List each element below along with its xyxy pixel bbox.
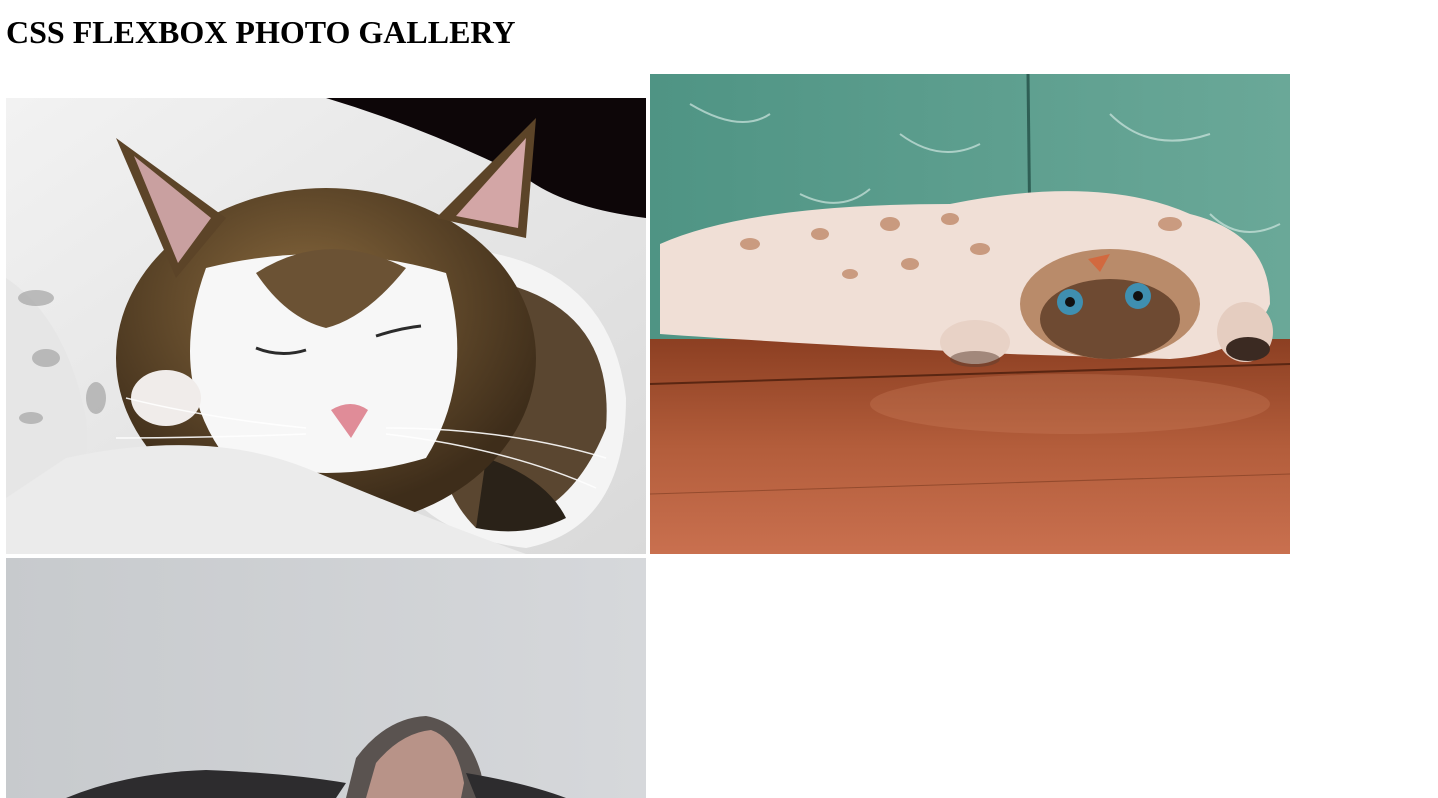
- photo-gallery: [0, 0, 1438, 798]
- gallery-photo-grey-cat[interactable]: [6, 558, 646, 798]
- grey-cat-image: [6, 558, 646, 798]
- upside-down-cat-image: [650, 74, 1290, 554]
- sleeping-cat-image: [6, 98, 646, 554]
- gallery-photo-sleeping-cat[interactable]: [6, 98, 646, 554]
- gallery-photo-upside-down-cat[interactable]: [650, 74, 1290, 554]
